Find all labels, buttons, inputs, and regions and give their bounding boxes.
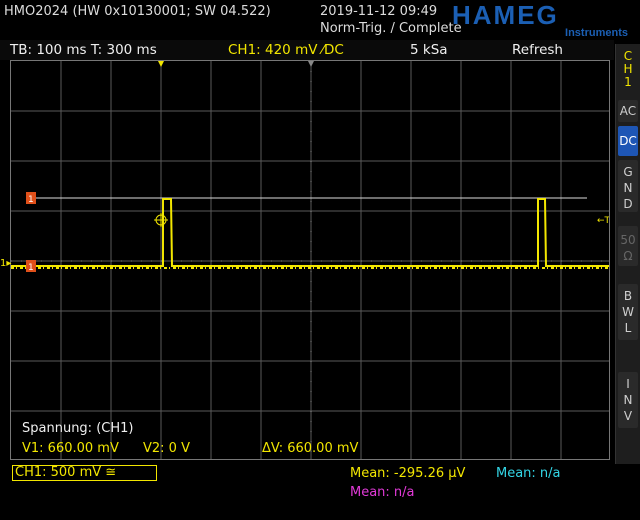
termination-50ohm-button[interactable]: 50 Ω	[618, 226, 638, 266]
status-bar: TB: 100 ms T: 300 ms CH1: 420 mV ⁄DC 5 k…	[0, 40, 614, 60]
coupling-dc-button[interactable]: DC	[618, 126, 638, 156]
measurement-v1: V1: 660.00 mV	[22, 441, 119, 456]
center-position-marker	[308, 61, 314, 67]
mean-ch3: Mean: n/a	[350, 485, 415, 500]
trigger-level-marker: ←T	[597, 216, 609, 226]
ch1-scale-box[interactable]: CH1: 500 mV ≅	[12, 465, 157, 481]
waveform-display[interactable]: 1 1 ←T Spannung: (CH1) V1: 660.00 mV V2:…	[10, 60, 610, 460]
mean-ch2: Mean: n/a	[496, 466, 561, 481]
coupling-gnd-button[interactable]: G N D	[618, 160, 638, 212]
measurement-v2: V2: 0 V	[143, 441, 190, 456]
trigger-status: Norm-Trig. / Complete	[320, 21, 462, 36]
hameg-logo: HAMEG Instruments	[452, 0, 628, 39]
logo-sub: Instruments	[565, 27, 628, 38]
center-ticks	[11, 61, 609, 459]
channel-side-panel: C H 1 AC DC G N D 50 Ω B W L I N V	[615, 44, 640, 464]
acquisition-mode[interactable]: Refresh	[512, 42, 563, 58]
logo-brand: HAMEG	[452, 2, 559, 30]
datetime: 2019-11-12 09:49	[320, 4, 438, 19]
cursor-marker-2-label: 1	[28, 263, 34, 273]
timebase-label[interactable]: TB: 100 ms T: 300 ms	[10, 42, 157, 58]
measurement-delta-v: ΔV: 660.00 mV	[262, 441, 359, 456]
bandwidth-limit-button[interactable]: B W L	[618, 284, 638, 340]
invert-button[interactable]: I N V	[618, 372, 638, 428]
grid	[11, 61, 609, 459]
sample-rate: 5 kSa	[410, 42, 448, 58]
coupling-ac-button[interactable]: AC	[618, 100, 638, 122]
channel-settings[interactable]: CH1: 420 mV ⁄DC	[228, 42, 344, 58]
measurement-title: Spannung: (CH1)	[22, 421, 134, 436]
trigger-position-marker	[158, 61, 164, 67]
channel-label: C H 1	[623, 49, 633, 89]
ch1-waveform	[11, 198, 609, 267]
mean-ch1: Mean: -295.26 µV	[350, 466, 466, 481]
device-info: HMO2024 (HW 0x10130001; SW 04.522)	[4, 4, 271, 19]
cursor-marker-1-label: 1	[28, 195, 34, 205]
ch1-offset-marker[interactable]: 1▸	[0, 258, 11, 269]
